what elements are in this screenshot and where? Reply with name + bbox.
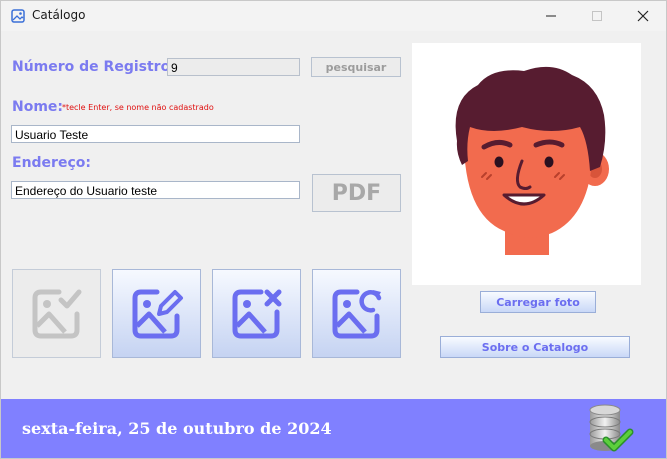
minimize-icon: [546, 15, 556, 17]
window-title: Catálogo: [32, 8, 86, 22]
app-image-icon: [11, 9, 25, 23]
close-button[interactable]: [620, 1, 666, 31]
avatar-illustration: [455, 66, 609, 255]
delete-image-button[interactable]: [212, 269, 301, 358]
endereco-label: Endereço:: [12, 155, 91, 171]
registro-field[interactable]: 9: [167, 58, 300, 76]
pesquisar-button[interactable]: pesquisar: [311, 57, 401, 77]
image-refresh-icon: [332, 289, 381, 338]
user-photo: [412, 43, 641, 285]
confirm-image-button: [12, 269, 101, 358]
registro-label: Número de Registro:: [12, 59, 176, 75]
footer-bar: sexta-feira, 25 de outubro de 2024: [1, 399, 666, 458]
image-edit-icon: [132, 289, 183, 338]
maximize-icon: [592, 11, 602, 21]
edit-image-button[interactable]: [112, 269, 201, 358]
pdf-button[interactable]: PDF: [312, 174, 401, 212]
database-check-icon: [589, 404, 634, 452]
current-date: sexta-feira, 25 de outubro de 2024: [22, 419, 332, 438]
nome-hint: *tecle Enter, se nome não cadastrado: [62, 103, 214, 112]
maximize-button: [574, 1, 620, 31]
nome-label: Nome:: [12, 99, 64, 115]
carregar-foto-button[interactable]: Carregar foto: [480, 291, 596, 313]
refresh-image-button[interactable]: [312, 269, 401, 358]
endereco-field[interactable]: Endereço do Usuario teste: [11, 181, 300, 199]
nome-field[interactable]: Usuario Teste: [11, 125, 300, 143]
title-bar: Catálogo: [1, 1, 666, 31]
image-check-icon: [32, 289, 81, 338]
close-icon: [637, 10, 649, 22]
app-window: Catálogo Número de Registro: 9 pesquisar…: [0, 0, 667, 459]
image-delete-icon: [232, 289, 281, 338]
sobre-catalogo-button[interactable]: Sobre o Catalogo: [440, 336, 630, 358]
minimize-button[interactable]: [528, 1, 574, 31]
